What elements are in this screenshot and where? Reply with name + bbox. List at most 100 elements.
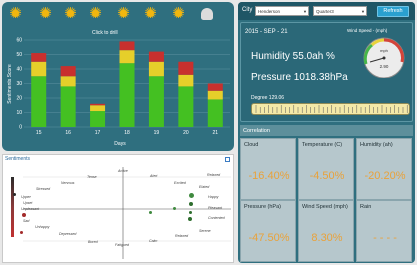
refresh-button[interactable]: Refresh: [377, 6, 409, 17]
cell-label: Rain: [360, 204, 372, 210]
bar-segment[interactable]: [31, 76, 47, 127]
cell-value: -47.50%: [248, 232, 290, 244]
humidity-reading: Humidity 55.0ah %: [251, 51, 335, 62]
sentiment-dot[interactable]: [149, 211, 152, 214]
bar-segment[interactable]: [178, 86, 194, 127]
y-tick-label: 20: [16, 96, 22, 102]
y-axis-label: Sentiments Score: [7, 64, 13, 104]
city-select-value: Henderson: [258, 9, 281, 14]
x-tick-label: 17: [95, 130, 101, 136]
quarter-select-value: Quarter3: [316, 9, 334, 14]
sentiment-dot[interactable]: [189, 202, 193, 206]
weather-panel: City Henderson ▼ Quarter3 ▼ Refresh 2015…: [238, 2, 415, 263]
y-tick-label: 50: [16, 52, 22, 58]
chevron-down-icon: ▼: [361, 9, 365, 14]
bar-segment[interactable]: [178, 74, 194, 87]
degree-gauge-bar: [251, 103, 410, 115]
bar-segment[interactable]: [207, 83, 223, 91]
bar-segment[interactable]: [119, 50, 135, 64]
bar-segment[interactable]: [207, 99, 223, 127]
y-tick-label: 30: [16, 81, 22, 87]
sentiment-dot[interactable]: [22, 213, 26, 217]
bar-segment[interactable]: [31, 53, 47, 62]
y-tick-label: 60: [16, 38, 22, 44]
word-upper: Upper: [21, 195, 31, 199]
bar-segment[interactable]: [178, 61, 194, 75]
bar-segment[interactable]: [60, 66, 76, 77]
cell-value: - - - -: [373, 232, 397, 244]
word-pleasant: Pleasant: [208, 206, 222, 210]
filter-bar: City Henderson ▼ Quarter3 ▼ Refresh: [238, 2, 415, 20]
x-tick-label: 18: [124, 130, 130, 136]
bar-segment[interactable]: [119, 41, 135, 51]
word-relaxed-top: Relaxed: [207, 173, 221, 177]
cell-value: -20.20%: [364, 170, 406, 182]
sentiment-dot[interactable]: [173, 207, 176, 210]
gauge-unit: mph: [380, 48, 388, 53]
sentiment-dot[interactable]: [189, 211, 192, 214]
bar-segment[interactable]: [148, 51, 164, 62]
bar-segment[interactable]: [31, 61, 47, 77]
bar-segment[interactable]: [90, 105, 106, 112]
word-tense: Tense: [87, 175, 97, 179]
weather-summary-card: 2015 - SEP - 21 Wind Speed - (mph) mph 2…: [240, 22, 413, 122]
word-excited: Excited: [174, 181, 186, 185]
correlation-cell-temperature[interactable]: Temperature (C) -4.50%: [298, 138, 354, 200]
sentiments-panel: Sentiments Active Alert Excited Elated R…: [2, 154, 234, 263]
bar-segment[interactable]: [60, 86, 76, 127]
y-tick-label: 40: [16, 67, 22, 73]
bar-segment[interactable]: [148, 76, 164, 127]
stacked-bar-chart[interactable]: 0 10 20 30 40 50 60 15 16 17 18 19 20 21 Days Sentim…: [2, 2, 234, 151]
quarter-select[interactable]: Quarter3 ▼: [313, 6, 367, 16]
word-upset: Upset: [23, 201, 33, 205]
pressure-reading: Pressure 1018.38hPa: [251, 72, 348, 83]
word-happy: Happy: [208, 195, 219, 199]
cell-label: Humidity (ah): [360, 142, 393, 148]
correlation-title: Correlation: [243, 128, 270, 134]
word-fatigued: Fatigued: [115, 243, 129, 247]
bar-segment[interactable]: [148, 61, 164, 77]
word-relaxed: Relaxed: [175, 234, 189, 238]
correlation-cell-rain[interactable]: Rain - - - -: [356, 200, 412, 262]
word-unhappy: Unhappy: [35, 225, 50, 229]
x-tick-label: 21: [213, 130, 219, 136]
correlation-cell-humidity[interactable]: Humidity (ah) -20.20%: [356, 138, 412, 200]
y-tick-label: 10: [16, 110, 22, 116]
cell-value: -4.50%: [309, 170, 345, 182]
word-depressed: Depressed: [59, 232, 77, 236]
gauge-value: 2.90: [380, 64, 389, 69]
correlation-header: Correlation: [240, 125, 413, 136]
correlation-cell-cloud[interactable]: Cloud -16.40%: [240, 138, 296, 200]
bar-segment[interactable]: [207, 90, 223, 100]
word-nervous: Nervous: [61, 181, 75, 185]
correlation-cell-pressure[interactable]: Pressure (hPa) -47.50%: [240, 200, 296, 262]
cell-label: Cloud: [244, 142, 259, 148]
cell-value: -16.40%: [248, 170, 290, 182]
bar-segment[interactable]: [119, 63, 135, 127]
bar-segment[interactable]: [90, 103, 106, 106]
word-stressed: Stressed: [36, 187, 51, 191]
bar-segment[interactable]: [60, 76, 76, 87]
word-contented: Contented: [208, 216, 225, 220]
x-tick-label: 15: [36, 130, 42, 136]
word-bored: Bored: [88, 240, 98, 244]
word-unpleasant: Unpleasant: [21, 207, 40, 211]
word-sad: Sad: [23, 219, 30, 223]
x-tick-label: 16: [65, 130, 71, 136]
sentiment-dot[interactable]: [189, 193, 194, 198]
cell-label: Wind Speed (mph): [302, 204, 348, 210]
correlation-cell-wind-speed[interactable]: Wind Speed (mph) 8.30%: [298, 200, 354, 262]
sentiment-dot[interactable]: [13, 193, 16, 196]
chevron-down-icon: ▼: [303, 9, 307, 14]
word-serene: Serene: [199, 229, 211, 233]
city-select[interactable]: Henderson ▼: [255, 6, 309, 16]
wind-speed-gauge[interactable]: mph 2.90: [358, 34, 410, 78]
dashboard: ✺ ✺ ✺ ✺ ✺ ✺ ✺ Click to drill 0 10 20 30 40 50…: [0, 0, 417, 265]
word-alert: Alert: [150, 174, 158, 178]
city-label: City: [242, 7, 253, 13]
cell-label: Pressure (hPa): [244, 204, 281, 210]
sentiment-dot[interactable]: [188, 217, 192, 221]
sentiment-dot[interactable]: [20, 231, 23, 234]
bar-segment[interactable]: [90, 111, 106, 127]
y-tick-label: 0: [19, 125, 22, 131]
